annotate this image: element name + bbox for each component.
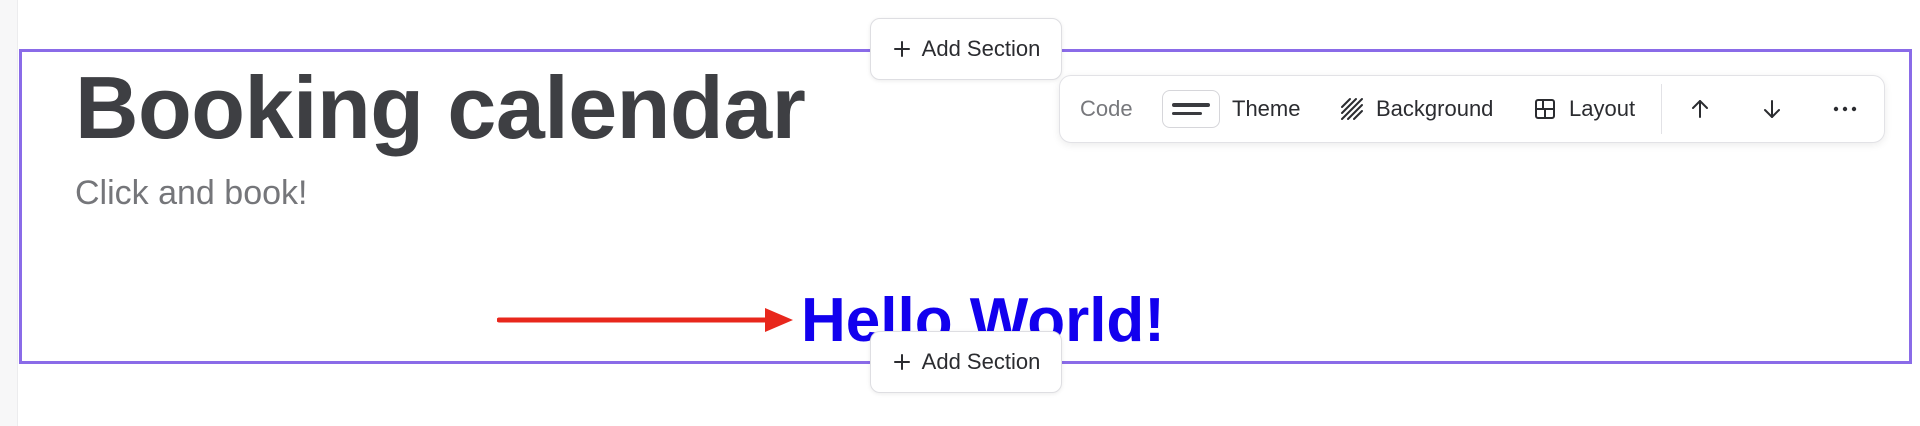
red-arrow-annotation [497,308,793,332]
plus-icon [893,41,910,57]
layout-grid-icon [1535,99,1555,119]
page-title: Booking calendar [75,58,806,157]
arrow-down-icon [1764,100,1780,118]
toolbar-divider [1661,84,1662,134]
background-label: Background [1376,96,1494,121]
code-label: Code [1080,96,1133,121]
add-section-button-top[interactable]: Add Section [870,18,1062,80]
move-up-button[interactable] [1688,76,1712,142]
diagonal-stripes-icon [1341,98,1363,120]
page-canvas: Booking calendar Click and book! Hello W… [0,0,1920,426]
more-horizontal-icon [1833,106,1857,112]
layout-label: Layout [1569,96,1636,121]
theme-button[interactable]: Theme [1162,76,1300,142]
theme-label: Theme [1232,96,1301,121]
plus-icon [893,354,910,370]
add-section-label: Add Section [921,349,1041,374]
layout-button[interactable]: Layout [1533,76,1635,142]
left-gutter [0,0,18,426]
page-subtitle: Click and book! [75,174,308,212]
more-options-button[interactable] [1832,76,1858,142]
theme-swatch-icon [1162,90,1220,128]
arrow-up-icon [1692,100,1708,118]
code-button[interactable]: Code [1080,76,1133,142]
section-toolbar: Code Theme Background Layout [1059,75,1885,143]
add-section-button-bottom[interactable]: Add Section [870,331,1062,393]
add-section-label: Add Section [921,36,1041,61]
move-down-button[interactable] [1760,76,1784,142]
background-button[interactable]: Background [1340,76,1493,142]
